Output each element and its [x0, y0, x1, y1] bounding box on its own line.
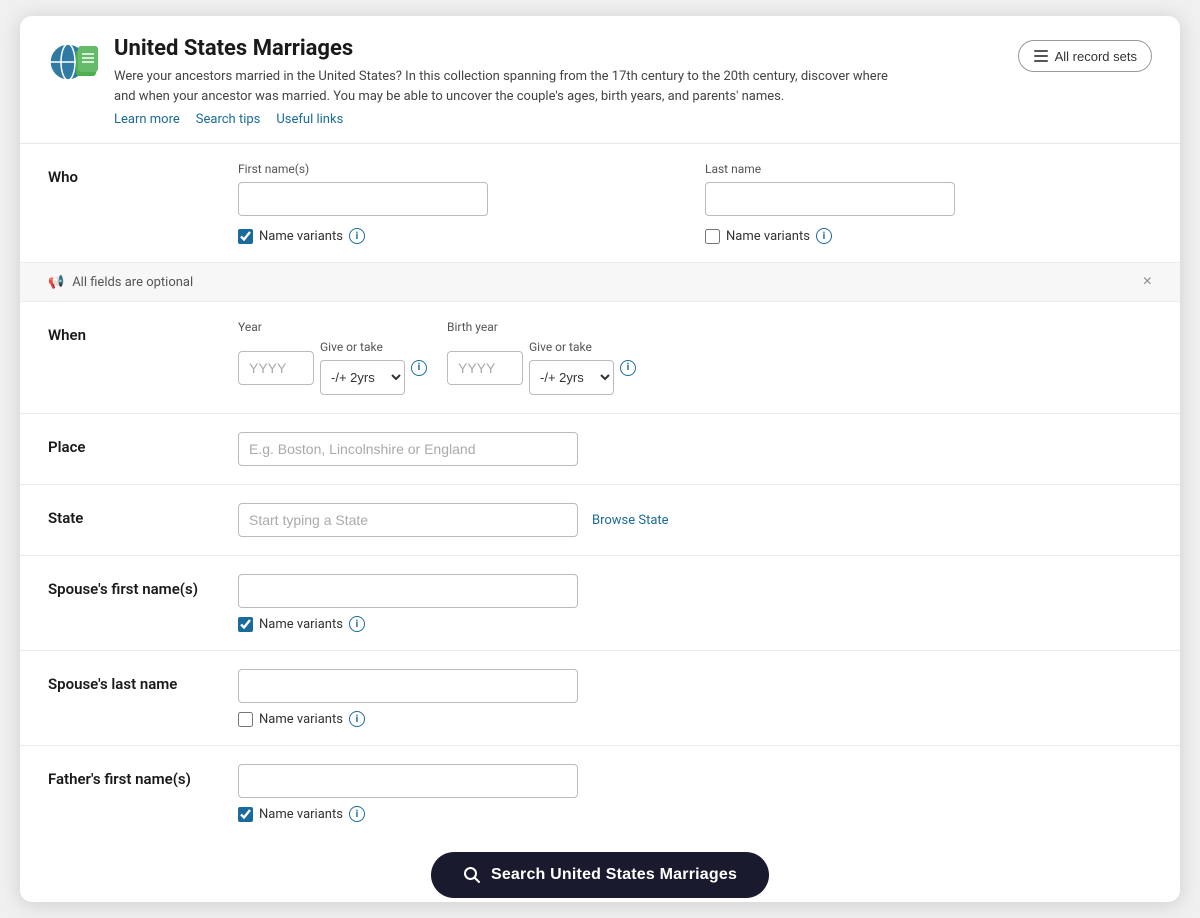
father-first-section: Father's first name(s) Name variants i: [20, 746, 1180, 840]
notice-text: All fields are optional: [72, 275, 193, 290]
search-icon: [463, 866, 481, 884]
when-group: Year Give or take -/+ 1yr -/+ 2yrs -/+ 5…: [238, 320, 1152, 395]
browse-state-link[interactable]: Browse State: [592, 513, 669, 528]
who-label: Who: [48, 162, 238, 186]
father-first-content: Name variants i: [238, 764, 1152, 822]
collection-icon: [48, 36, 100, 88]
year-group: Year Give or take -/+ 1yr -/+ 2yrs -/+ 5…: [238, 320, 427, 395]
year-input[interactable]: [238, 351, 314, 385]
state-input[interactable]: [238, 503, 578, 537]
last-name-wrap: Last name Name variants i: [705, 162, 1152, 244]
year-info-icon[interactable]: i: [411, 360, 427, 376]
father-first-variants-checkbox[interactable]: [238, 807, 253, 822]
when-label: When: [48, 320, 238, 344]
spouse-first-content: Name variants i: [238, 574, 1152, 632]
birth-give-take-select[interactable]: -/+ 1yr -/+ 2yrs -/+ 5yrs -/+ 10yrs: [529, 360, 614, 395]
spouse-first-input[interactable]: [238, 574, 578, 608]
first-name-variants-label: Name variants: [259, 229, 343, 244]
father-first-variants-label: Name variants: [259, 807, 343, 822]
page-description: Were your ancestors married in the Unite…: [114, 67, 894, 106]
last-name-label: Last name: [705, 162, 1152, 176]
place-input[interactable]: [238, 432, 578, 466]
father-first-input[interactable]: [238, 764, 578, 798]
state-section: State Browse State: [20, 485, 1180, 556]
spouse-first-variants-info-icon[interactable]: i: [349, 616, 365, 632]
birth-give-take-group: Give or take -/+ 1yr -/+ 2yrs -/+ 5yrs -…: [529, 340, 614, 395]
birth-year-group: Birth year Give or take -/+ 1yr -/+ 2yrs…: [447, 320, 636, 395]
when-content: Year Give or take -/+ 1yr -/+ 2yrs -/+ 5…: [238, 320, 1152, 395]
spouse-first-variants-row: Name variants i: [238, 616, 1152, 632]
notice-close-button[interactable]: ×: [1143, 273, 1152, 291]
spouse-last-variants-row: Name variants i: [238, 711, 1152, 727]
first-name-wrap: First name(s) Name variants i: [238, 162, 685, 244]
spouse-first-label: Spouse's first name(s): [48, 574, 238, 598]
birth-year-input[interactable]: [447, 351, 523, 385]
header-left: United States Marriages Were your ancest…: [48, 36, 894, 127]
first-name-variants-checkbox[interactable]: [238, 229, 253, 244]
spouse-last-variants-checkbox[interactable]: [238, 712, 253, 727]
place-label: Place: [48, 432, 238, 456]
first-name-variants-info-icon[interactable]: i: [349, 228, 365, 244]
year-label: Year: [238, 320, 427, 334]
search-button[interactable]: Search United States Marriages: [431, 852, 769, 898]
spouse-last-variants-label: Name variants: [259, 712, 343, 727]
state-label: State: [48, 503, 238, 527]
father-first-variants-info-icon[interactable]: i: [349, 806, 365, 822]
main-window: United States Marriages Were your ancest…: [20, 16, 1180, 902]
father-first-variants-row: Name variants i: [238, 806, 1152, 822]
birth-year-inputs: Give or take -/+ 1yr -/+ 2yrs -/+ 5yrs -…: [447, 340, 636, 395]
first-name-input[interactable]: [238, 182, 488, 216]
state-content: Browse State: [238, 503, 1152, 537]
form-body: Who First name(s) Name variants i Last n…: [20, 144, 1180, 902]
spouse-first-variants-checkbox[interactable]: [238, 617, 253, 632]
when-section: When Year Give or take -/+ 1yr -/+ 2yrs: [20, 302, 1180, 414]
list-icon: [1033, 48, 1049, 64]
learn-more-link[interactable]: Learn more: [114, 112, 180, 127]
spouse-last-content: Name variants i: [238, 669, 1152, 727]
spouse-first-variants-label: Name variants: [259, 617, 343, 632]
year-inputs: Give or take -/+ 1yr -/+ 2yrs -/+ 5yrs -…: [238, 340, 427, 395]
birth-year-label: Birth year: [447, 320, 636, 334]
header-links: Learn more Search tips Useful links: [114, 112, 894, 127]
spouse-last-variants-info-icon[interactable]: i: [349, 711, 365, 727]
last-name-variants-row: Name variants i: [705, 228, 1152, 244]
birth-give-take-label: Give or take: [529, 340, 614, 354]
spouse-last-input[interactable]: [238, 669, 578, 703]
header-text: United States Marriages Were your ancest…: [114, 36, 894, 127]
who-section: Who First name(s) Name variants i Last n…: [20, 144, 1180, 263]
last-name-variants-info-icon[interactable]: i: [816, 228, 832, 244]
who-content: First name(s) Name variants i Last name: [238, 162, 1152, 244]
place-section: Place: [20, 414, 1180, 485]
search-tips-link[interactable]: Search tips: [196, 112, 261, 127]
last-name-input[interactable]: [705, 182, 955, 216]
give-take-group: Give or take -/+ 1yr -/+ 2yrs -/+ 5yrs -…: [320, 340, 405, 395]
notice-bar-left: 📢 All fields are optional: [48, 275, 193, 290]
all-record-sets-button[interactable]: All record sets: [1018, 40, 1152, 72]
useful-links-link[interactable]: Useful links: [276, 112, 343, 127]
spouse-first-section: Spouse's first name(s) Name variants i: [20, 556, 1180, 651]
place-content: [238, 432, 1152, 466]
spouse-last-section: Spouse's last name Name variants i: [20, 651, 1180, 746]
notice-icon: 📢: [48, 275, 64, 290]
father-first-label: Father's first name(s): [48, 764, 238, 788]
last-name-variants-label: Name variants: [726, 229, 810, 244]
notice-bar: 📢 All fields are optional ×: [20, 263, 1180, 302]
first-name-variants-row: Name variants i: [238, 228, 685, 244]
first-name-label: First name(s): [238, 162, 685, 176]
who-inputs: First name(s) Name variants i Last name: [238, 162, 1152, 244]
birth-year-info-icon[interactable]: i: [620, 360, 636, 376]
give-take-select[interactable]: -/+ 1yr -/+ 2yrs -/+ 5yrs -/+ 10yrs: [320, 360, 405, 395]
page-title: United States Marriages: [114, 36, 894, 61]
header: United States Marriages Were your ancest…: [20, 16, 1180, 144]
spouse-last-label: Spouse's last name: [48, 669, 238, 693]
search-button-container: Search United States Marriages: [20, 840, 1180, 902]
give-take-label: Give or take: [320, 340, 405, 354]
last-name-variants-checkbox[interactable]: [705, 229, 720, 244]
state-row: Browse State: [238, 503, 1152, 537]
